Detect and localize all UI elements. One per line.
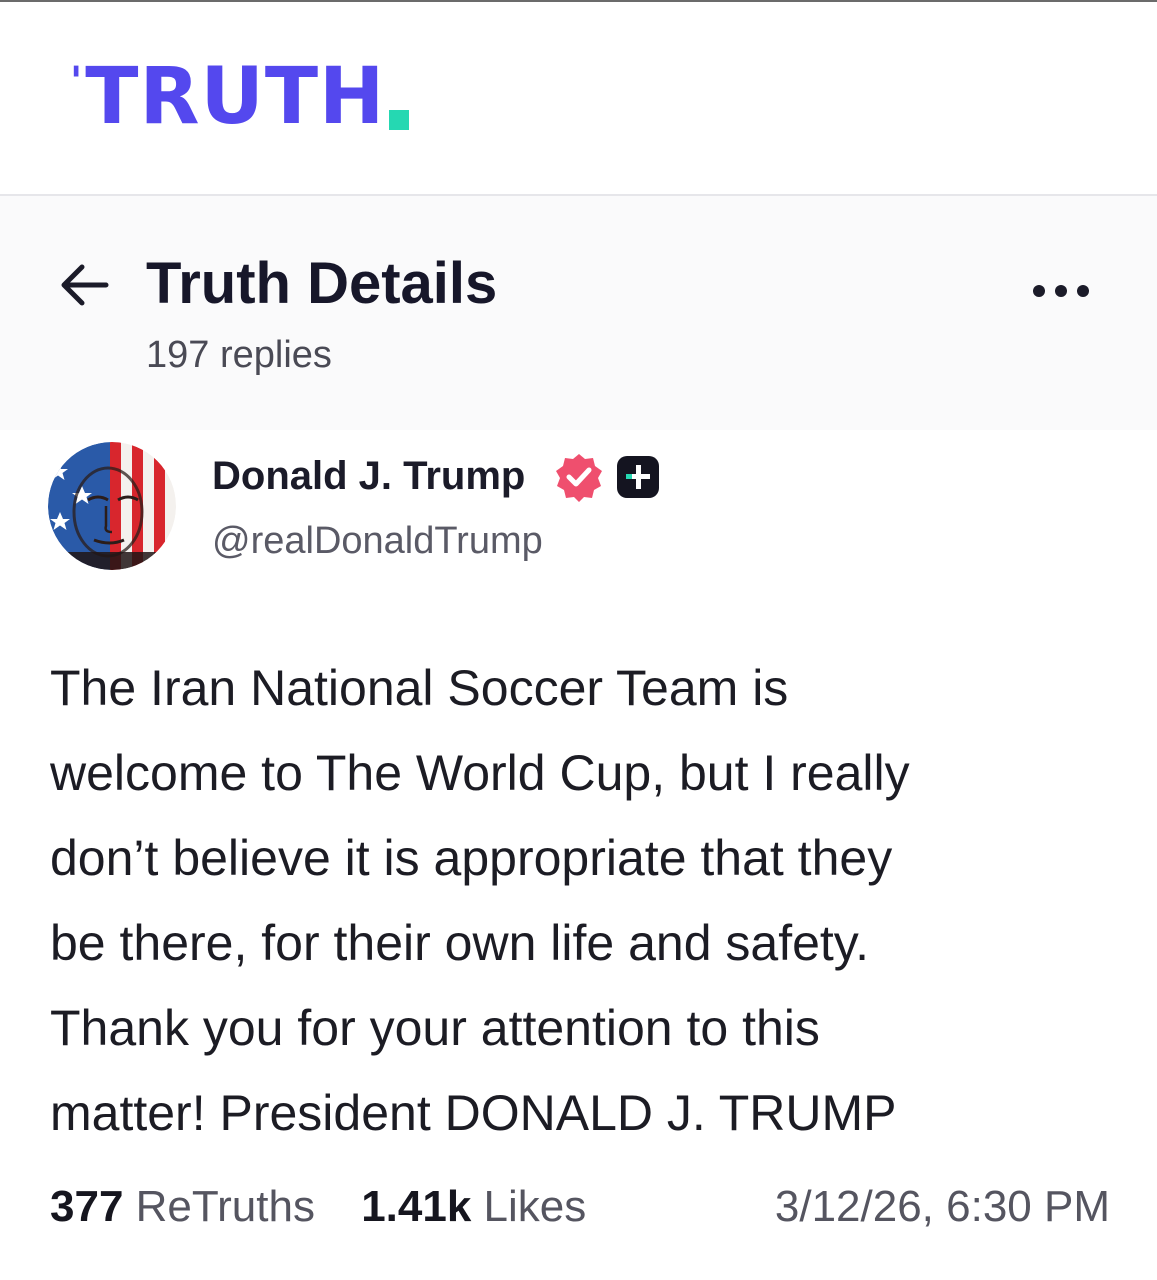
post-body-line: Thank you for your attention to this: [50, 1000, 820, 1056]
truth-logo[interactable]: ' TRUTH: [70, 52, 410, 142]
post-body: The Iran National Soccer Team is welcome…: [50, 646, 1110, 1156]
replies-count: 197 replies: [146, 334, 332, 376]
retruths-count: 377: [50, 1182, 124, 1231]
post-body-line: welcome to The World Cup, but I really: [50, 745, 910, 801]
post-body-line: don’t believe it is appropriate that the…: [50, 830, 893, 886]
ellipsis-icon: [1033, 285, 1089, 297]
likes-stat[interactable]: 1.41k Likes: [361, 1182, 586, 1232]
verified-badge-icon: [554, 452, 604, 502]
back-button[interactable]: [58, 262, 110, 308]
logo-text: TRUTH: [85, 52, 386, 142]
post-body-line: The Iran National Soccer Team is: [50, 660, 789, 716]
post-body-line: matter! President DONALD J. TRUMP: [50, 1085, 897, 1141]
author-name[interactable]: Donald J. Trump: [212, 454, 525, 499]
avatar-image: [48, 442, 176, 570]
post-stats: 377 ReTruths 1.41k Likes 3/12/26, 6:30 P…: [50, 1182, 1110, 1232]
retruths-stat[interactable]: 377 ReTruths: [50, 1182, 315, 1232]
likes-label: Likes: [483, 1182, 587, 1231]
post-timestamp: 3/12/26, 6:30 PM: [774, 1182, 1110, 1231]
post-body-line: be there, for their own life and safety.: [50, 915, 869, 971]
more-options-button[interactable]: [1030, 276, 1092, 306]
brand-bar: ' TRUTH: [0, 2, 1157, 196]
avatar[interactable]: [48, 442, 176, 570]
truth-plus-icon: [616, 455, 660, 499]
arrow-left-icon: [61, 264, 109, 306]
logo-dot: [389, 110, 410, 130]
page-title: Truth Details: [146, 251, 498, 316]
author-handle[interactable]: @realDonaldTrump: [212, 520, 543, 563]
logo-tick: ': [70, 59, 84, 105]
likes-count: 1.41k: [361, 1182, 472, 1231]
retruths-label: ReTruths: [135, 1182, 315, 1231]
